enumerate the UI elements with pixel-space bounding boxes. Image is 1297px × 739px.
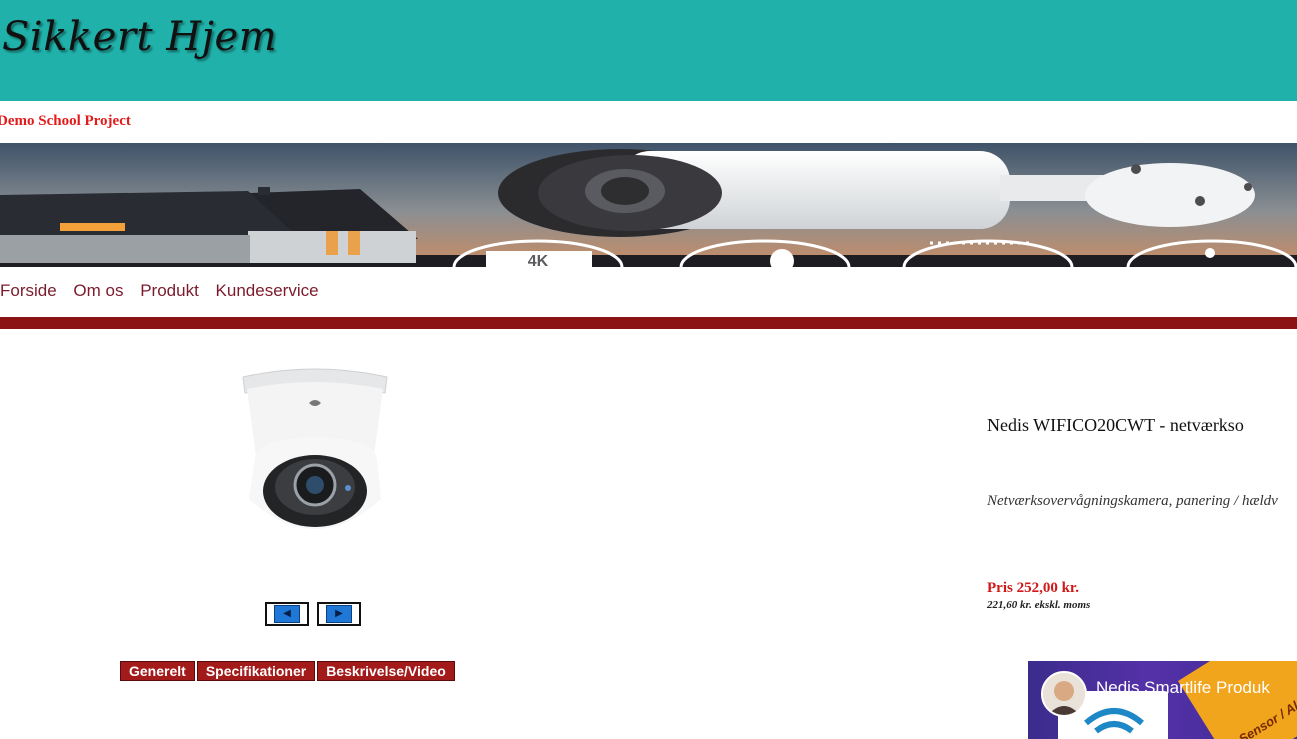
nav-item-forside[interactable]: Forside [0, 281, 57, 300]
nav-item-produkt[interactable]: Produkt [140, 281, 199, 300]
demo-label: Demo School Project [0, 113, 131, 129]
nav-divider-bar [0, 317, 1297, 329]
product-tabs: Generelt Specifikationer Beskrivelse/Vid… [120, 661, 455, 681]
tab-specifikationer[interactable]: Specifikationer [196, 661, 316, 681]
product-image [235, 363, 395, 548]
product-price-ex-vat: 221,60 kr. ekskl. moms [987, 599, 1091, 611]
banner-image: 4K [0, 143, 1297, 267]
gallery-prev-button[interactable]: ◀ [265, 602, 309, 626]
channel-avatar [1041, 671, 1087, 717]
tab-generelt[interactable]: Generelt [120, 661, 195, 681]
nav-item-om-os[interactable]: Om os [73, 281, 123, 300]
tab-beskrivelse-video[interactable]: Beskrivelse/Video [317, 661, 455, 681]
hero-banner: 4K [0, 143, 1297, 267]
nav-item-kundeservice[interactable]: Kundeservice [216, 281, 319, 300]
main-nav: Forside Om os Produkt Kundeservice [0, 281, 331, 303]
product-subtitle: Netværksovervågningskamera, panering / h… [987, 493, 1278, 509]
arrow-left-icon: ◀ [283, 608, 291, 619]
video-thumbnail-stripe [1178, 661, 1297, 739]
site-header: Sikkert Hjem [0, 0, 1297, 101]
gallery-next-button[interactable]: ▶ [317, 602, 361, 626]
banner-4k-badge: 4K [528, 253, 549, 267]
arrow-right-icon: ▶ [335, 608, 343, 619]
product-title: Nedis WIFICO20CWT - netværkso [987, 415, 1244, 435]
site-title[interactable]: Sikkert Hjem [2, 14, 277, 60]
video-title: Nedis Smartlife Produk [1096, 678, 1270, 697]
product-price: Pris 252,00 kr. [987, 580, 1079, 596]
video-embed[interactable]: ion Sensor / Alarm...... Nedis Smartlife… [1028, 661, 1297, 739]
